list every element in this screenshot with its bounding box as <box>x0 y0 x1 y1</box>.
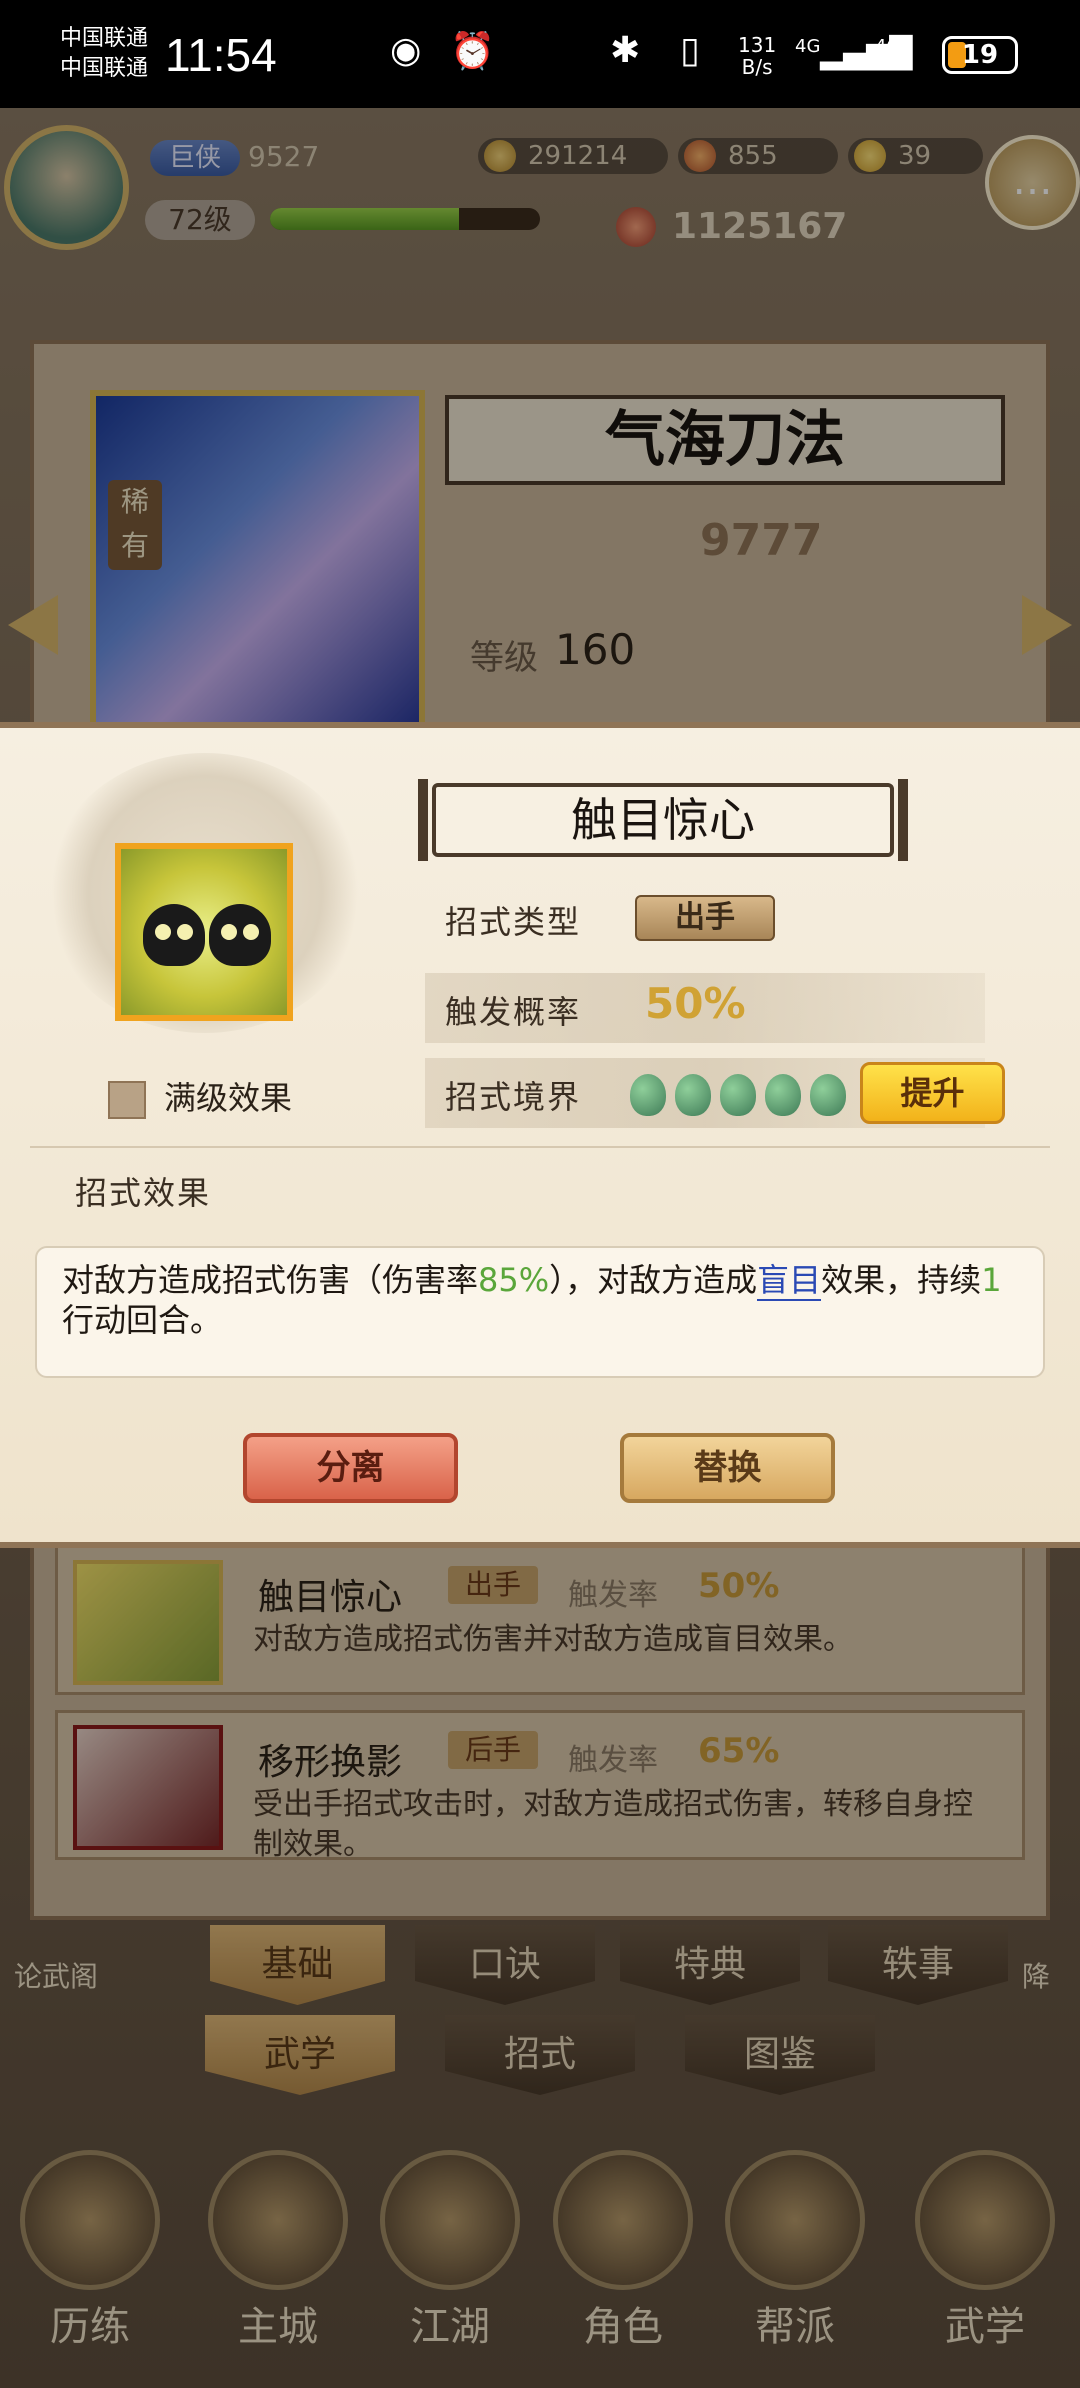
checkbox[interactable] <box>108 1081 146 1119</box>
trigger-rate-value: 50% <box>645 979 746 1028</box>
speed-unit: B/s <box>741 55 773 79</box>
max-level-label: 满级效果 <box>164 1079 293 1117</box>
divider <box>30 1146 1050 1148</box>
effect-text-part: 对敌方造成招式伤害（伤害率 <box>62 1261 479 1299</box>
popup-title: 触目惊心 <box>418 779 908 861</box>
skill-realm-label: 招式境界 <box>445 1078 582 1116</box>
clock: 11:54 <box>165 29 277 81</box>
bluetooth-icon: ✱ <box>610 30 641 71</box>
effect-text-part: 效果，持续 <box>821 1261 982 1299</box>
effect-heading: 招式效果 <box>75 1174 212 1212</box>
skill-type-label: 招式类型 <box>445 903 582 941</box>
separate-button[interactable]: 分离 <box>243 1433 458 1503</box>
effect-box: 对敌方造成招式伤害（伤害率85%），对敌方造成盲目效果，持续1 行动回合。 <box>35 1246 1045 1378</box>
battery-level: 19 <box>961 40 999 70</box>
damage-rate: 85% <box>478 1261 550 1299</box>
vibrate-icon: ▯ <box>680 30 700 71</box>
carrier-2: 中国联通 <box>60 56 149 81</box>
effect-text-part: 行动回合。 <box>62 1301 223 1339</box>
realm-seed-icon <box>720 1074 756 1116</box>
skill-type-row: 招式类型 出手 <box>425 883 985 953</box>
max-level-toggle[interactable]: 满级效果 <box>108 1073 292 1119</box>
skill-type-badge: 出手 <box>635 895 775 941</box>
eye-icon: ◉ <box>390 30 422 71</box>
network-type-1: 4G <box>795 36 821 57</box>
skill-realm-row: 招式境界 提升 <box>425 1058 1005 1128</box>
carrier-names: 中国联通 中国联通 <box>60 24 148 84</box>
upgrade-button[interactable]: 提升 <box>860 1062 1005 1124</box>
alarm-icon: ⏰ <box>450 31 495 72</box>
replace-button[interactable]: 替换 <box>620 1433 835 1503</box>
network-type-2: 4G <box>875 36 901 57</box>
network-speed: 131 B/s <box>738 34 776 78</box>
effect-text-part: ），对敌方造成 <box>549 1261 758 1299</box>
speed-value: 131 <box>738 33 777 57</box>
effect-turns: 1 <box>981 1261 1002 1299</box>
realm-seed-icon <box>810 1074 846 1116</box>
realm-seed-icon <box>675 1074 711 1116</box>
status-bar: 中国联通 中国联通 11:54 ◉ ⏰ ✱ ▯ 131 B/s 4G ▂▄▆█ … <box>0 0 1080 108</box>
blind-effect-link[interactable]: 盲目 <box>757 1261 822 1301</box>
effect-description: 对敌方造成招式伤害（伤害率85%），对敌方造成盲目效果，持续1 行动回合。 <box>62 1260 1032 1340</box>
battery-icon: 19 <box>942 36 1018 74</box>
realm-seed-icon <box>630 1074 666 1116</box>
realm-seed-icon <box>765 1074 801 1116</box>
skull-skill-icon <box>115 843 293 1021</box>
trigger-rate-row: 触发概率 50% <box>425 973 985 1043</box>
carrier-1: 中国联通 <box>60 26 149 51</box>
skill-popup: 满级效果 触目惊心 招式类型 出手 触发概率 50% 招式境界 提升 招式效果 … <box>0 722 1080 1548</box>
trigger-rate-label: 触发概率 <box>445 993 582 1031</box>
